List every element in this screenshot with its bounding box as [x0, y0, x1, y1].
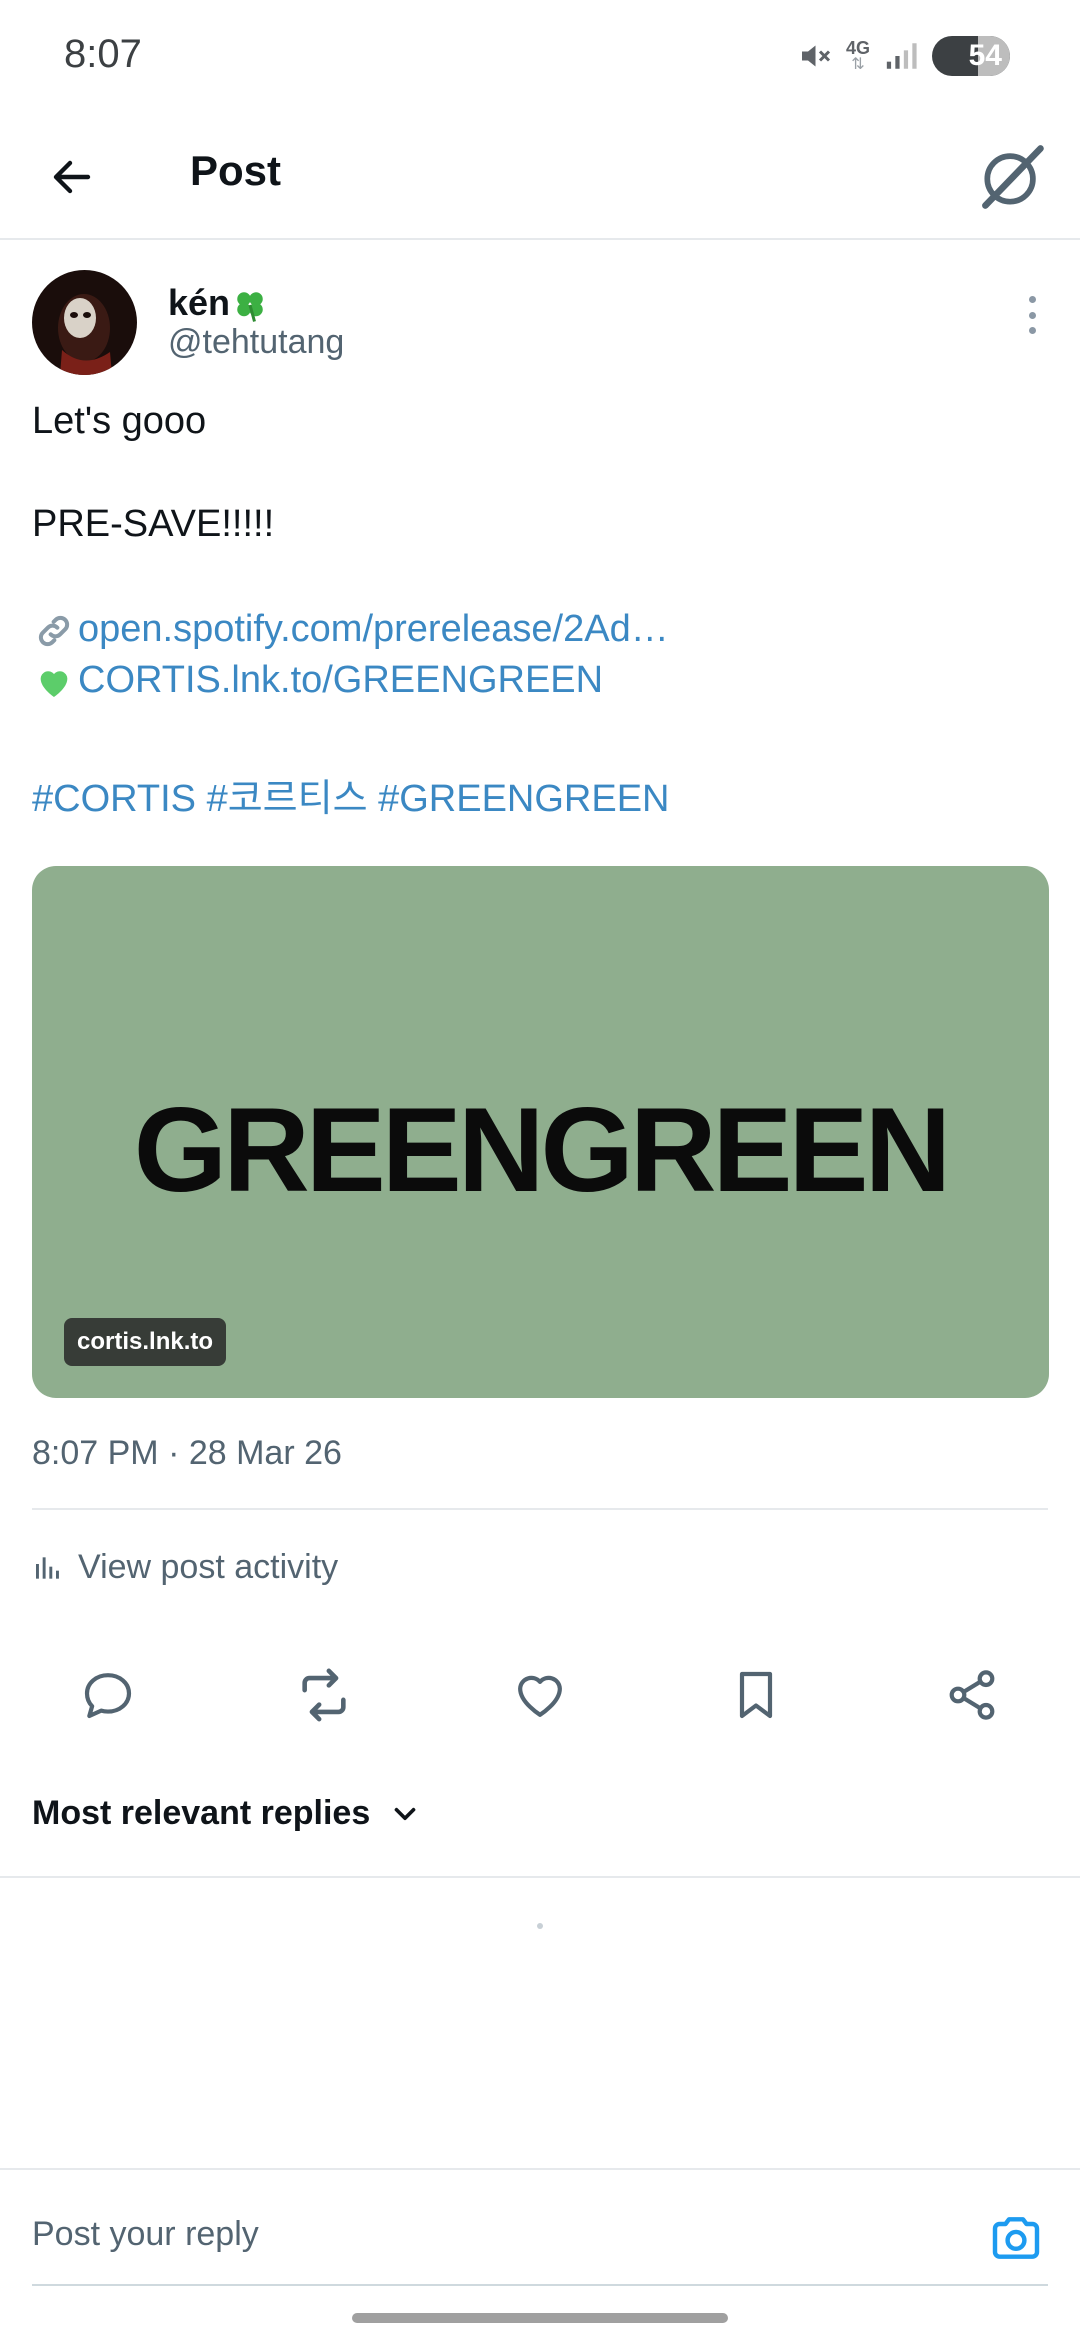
- loading-indicator: [537, 1923, 543, 1929]
- battery-icon: 54: [932, 36, 1010, 76]
- reply-button[interactable]: [68, 1655, 148, 1735]
- share-icon: [949, 1670, 995, 1720]
- replies-sort-label: Most relevant replies: [32, 1794, 371, 1832]
- view-post-activity[interactable]: View post activity: [32, 1548, 338, 1587]
- cortis-link[interactable]: CORTIS.lnk.to/GREENGREEN: [78, 659, 603, 701]
- grok-icon: [982, 145, 1044, 209]
- bookmark-icon: [739, 1671, 773, 1719]
- battery-level: 54: [968, 39, 1002, 72]
- card-domain-badge: cortis.lnk.to: [64, 1318, 227, 1366]
- page-title: Post: [190, 147, 282, 194]
- post-link-row-2: CORTIS.lnk.to/GREENGREEN: [32, 659, 603, 702]
- camera-button[interactable]: [988, 2210, 1044, 2266]
- author-name-text: kén: [168, 282, 231, 323]
- activity-label: View post activity: [78, 1548, 339, 1586]
- section-divider: [0, 1876, 1080, 1878]
- like-button[interactable]: [500, 1655, 580, 1735]
- author-handle[interactable]: @tehtutang: [168, 323, 344, 362]
- share-button[interactable]: [932, 1655, 1012, 1735]
- network-label: 4G: [845, 38, 870, 58]
- chevron-down-icon: [394, 1807, 416, 1820]
- network-4g-icon: 4G ⇅: [845, 38, 870, 73]
- back-arrow-icon: [53, 160, 91, 194]
- status-time: 8:07: [64, 32, 142, 76]
- back-button[interactable]: [40, 145, 104, 209]
- link-preview-card[interactable]: GREENGREEN cortis.lnk.to: [32, 866, 1049, 1398]
- card-headline: GREENGREEN: [133, 1083, 951, 1217]
- status-bar: 8:07 4G ⇅ 54: [0, 0, 1080, 115]
- analytics-icon: [36, 1556, 59, 1579]
- reply-icon: [84, 1673, 132, 1719]
- status-icons: 4G ⇅ 54: [796, 36, 1010, 76]
- divider: [32, 1508, 1048, 1510]
- avatar[interactable]: [32, 270, 137, 375]
- post-line-2: PRE-SAVE!!!!!: [32, 503, 275, 545]
- post-timestamp: 8:07 PM · 28 Mar 26: [32, 1434, 342, 1472]
- repost-button[interactable]: [284, 1655, 364, 1735]
- bookmark-button[interactable]: [716, 1655, 796, 1735]
- post-link-row-1: open.spotify.com/prerelease/2Ad…: [32, 608, 669, 651]
- mute-icon: [801, 45, 831, 67]
- clover-icon: [237, 292, 263, 323]
- spotify-link[interactable]: open.spotify.com/prerelease/2Ad…: [78, 608, 669, 650]
- post-hashtags[interactable]: #CORTIS #코르티스 #GREENGREEN: [32, 767, 670, 822]
- grok-button[interactable]: [974, 139, 1050, 215]
- camera-icon: [992, 2217, 1040, 2259]
- reply-composer: Post your reply: [0, 2168, 1080, 2290]
- more-options-button[interactable]: [1012, 290, 1052, 340]
- post-line-1: Let's gooo: [32, 400, 207, 442]
- author-name[interactable]: kén: [168, 282, 270, 324]
- reply-input-underline: [32, 2284, 1048, 2286]
- top-bar: Post: [0, 115, 1080, 240]
- action-bar: [0, 1655, 1080, 1735]
- replies-sort-dropdown[interactable]: Most relevant replies: [32, 1794, 422, 1833]
- reply-input[interactable]: Post your reply: [32, 2215, 259, 2254]
- home-indicator[interactable]: [352, 2313, 728, 2323]
- link-icon: [38, 615, 70, 647]
- repost-icon: [302, 1668, 346, 1722]
- green-heart-icon: [40, 671, 68, 697]
- signal-icon: [886, 43, 917, 69]
- like-icon: [518, 1675, 562, 1717]
